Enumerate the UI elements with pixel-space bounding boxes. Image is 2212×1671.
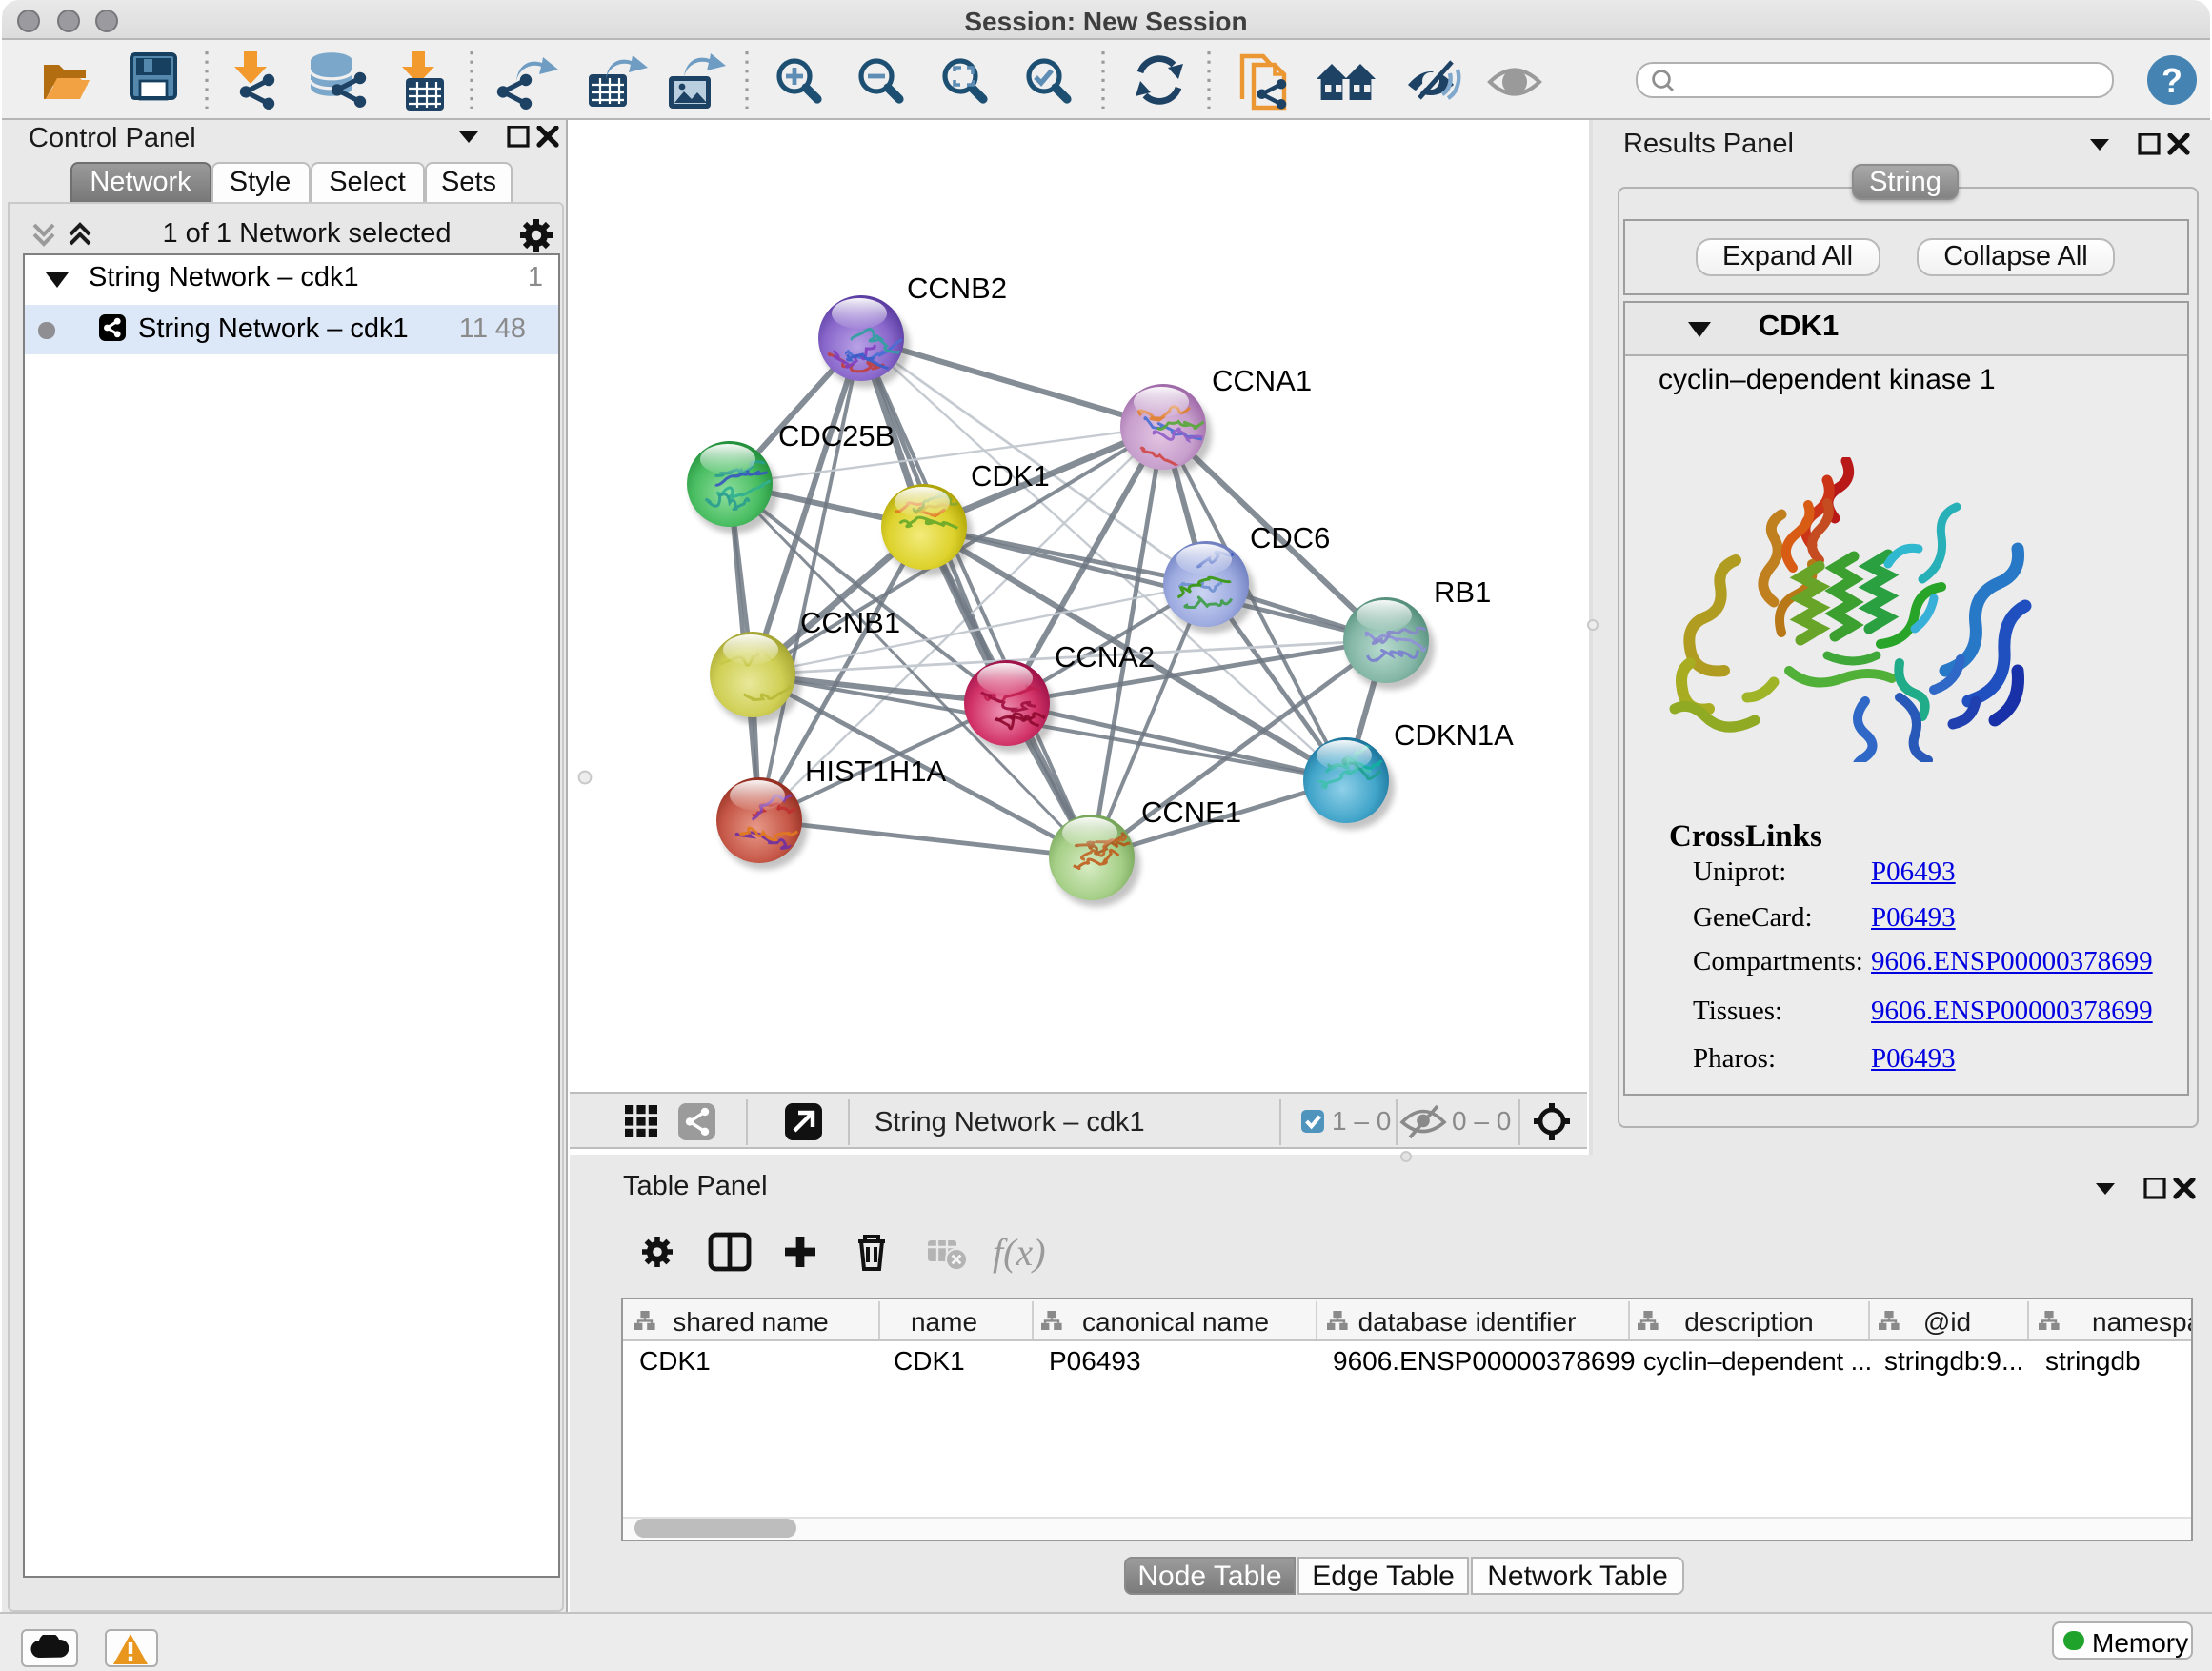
svg-text:name: name: [911, 1307, 977, 1337]
svg-text:RB1: RB1: [1434, 575, 1491, 609]
svg-text:1 – 0: 1 – 0: [1332, 1106, 1391, 1136]
svg-text:P06493: P06493: [1049, 1346, 1141, 1376]
svg-text:CDK1: CDK1: [971, 459, 1050, 493]
svg-text:CDC6: CDC6: [1250, 521, 1330, 554]
svg-text:@id: @id: [1923, 1307, 1971, 1337]
svg-text:String Network – cdk1: String Network – cdk1: [875, 1107, 1145, 1137]
svg-text:stringdb:9...: stringdb:9...: [1884, 1346, 2023, 1376]
svg-text:CDC25B: CDC25B: [778, 419, 895, 453]
svg-text:CCNA1: CCNA1: [1212, 364, 1312, 397]
svg-text:CCNB2: CCNB2: [907, 272, 1007, 305]
svg-text:cyclin–dependent ...: cyclin–dependent ...: [1643, 1347, 1872, 1376]
svg-text:CDKN1A: CDKN1A: [1394, 718, 1514, 752]
svg-text:stringdb: stringdb: [2045, 1346, 2141, 1376]
svg-text:database identifier: database identifier: [1358, 1307, 1577, 1337]
svg-text:CCNA2: CCNA2: [1055, 640, 1155, 674]
svg-text:0 – 0: 0 – 0: [1452, 1106, 1511, 1136]
svg-text:CDK1: CDK1: [894, 1346, 965, 1376]
svg-text:CDK1: CDK1: [639, 1346, 711, 1376]
svg-text:shared name: shared name: [673, 1307, 828, 1337]
svg-text:canonical name: canonical name: [1082, 1307, 1269, 1337]
svg-text:HIST1H1A: HIST1H1A: [805, 755, 946, 788]
svg-text:namespace: namespace: [2092, 1307, 2191, 1337]
svg-text:CCNB1: CCNB1: [800, 606, 900, 639]
svg-text:description: description: [1684, 1307, 1813, 1337]
svg-text:f(x): f(x): [993, 1231, 1046, 1274]
svg-text:CCNE1: CCNE1: [1141, 795, 1241, 829]
svg-text:9606.ENSP00000378699: 9606.ENSP00000378699: [1333, 1346, 1636, 1376]
svg-text:?: ?: [2162, 61, 2182, 100]
